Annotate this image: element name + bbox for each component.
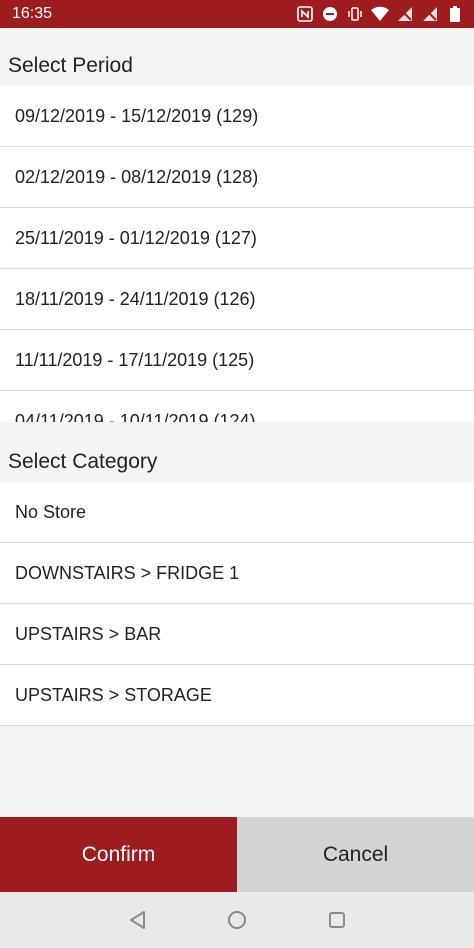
period-item[interactable]: 11/11/2019 - 17/11/2019 (125) [0, 330, 474, 391]
cancel-button[interactable]: Cancel [237, 817, 474, 892]
battery-icon [446, 5, 464, 23]
recents-icon[interactable] [325, 908, 349, 932]
period-item[interactable]: 09/12/2019 - 15/12/2019 (129) [0, 86, 474, 147]
period-list[interactable]: 09/12/2019 - 15/12/2019 (129) 02/12/2019… [0, 86, 474, 422]
back-icon[interactable] [125, 908, 149, 932]
signal-off-icon [421, 5, 439, 23]
status-bar: 16:35 [0, 0, 474, 28]
do-not-disturb-icon [321, 5, 339, 23]
status-icons [296, 5, 464, 23]
category-item[interactable]: DOWNSTAIRS > FRIDGE 1 [0, 543, 474, 604]
vibrate-icon [346, 5, 364, 23]
nfc-icon [296, 5, 314, 23]
period-item[interactable]: 04/11/2019 - 10/11/2019 (124) [0, 391, 474, 422]
signal-off-icon [396, 5, 414, 23]
category-item[interactable]: UPSTAIRS > STORAGE [0, 665, 474, 726]
action-bar: Confirm Cancel [0, 817, 474, 892]
category-item[interactable]: No Store [0, 482, 474, 543]
confirm-button[interactable]: Confirm [0, 817, 237, 892]
period-item[interactable]: 02/12/2019 - 08/12/2019 (128) [0, 147, 474, 208]
status-time: 16:35 [12, 5, 53, 22]
period-header: Select Period [0, 28, 474, 86]
home-icon[interactable] [225, 908, 249, 932]
category-section: Select Category No Store DOWNSTAIRS > FR… [0, 422, 474, 732]
category-list[interactable]: No Store DOWNSTAIRS > FRIDGE 1 UPSTAIRS … [0, 482, 474, 726]
category-item[interactable]: UPSTAIRS > BAR [0, 604, 474, 665]
period-item[interactable]: 18/11/2019 - 24/11/2019 (126) [0, 269, 474, 330]
category-header: Select Category [0, 422, 474, 482]
period-item[interactable]: 25/11/2019 - 01/12/2019 (127) [0, 208, 474, 269]
navigation-bar [0, 892, 474, 948]
wifi-icon [371, 5, 389, 23]
period-section: Select Period 09/12/2019 - 15/12/2019 (1… [0, 28, 474, 422]
